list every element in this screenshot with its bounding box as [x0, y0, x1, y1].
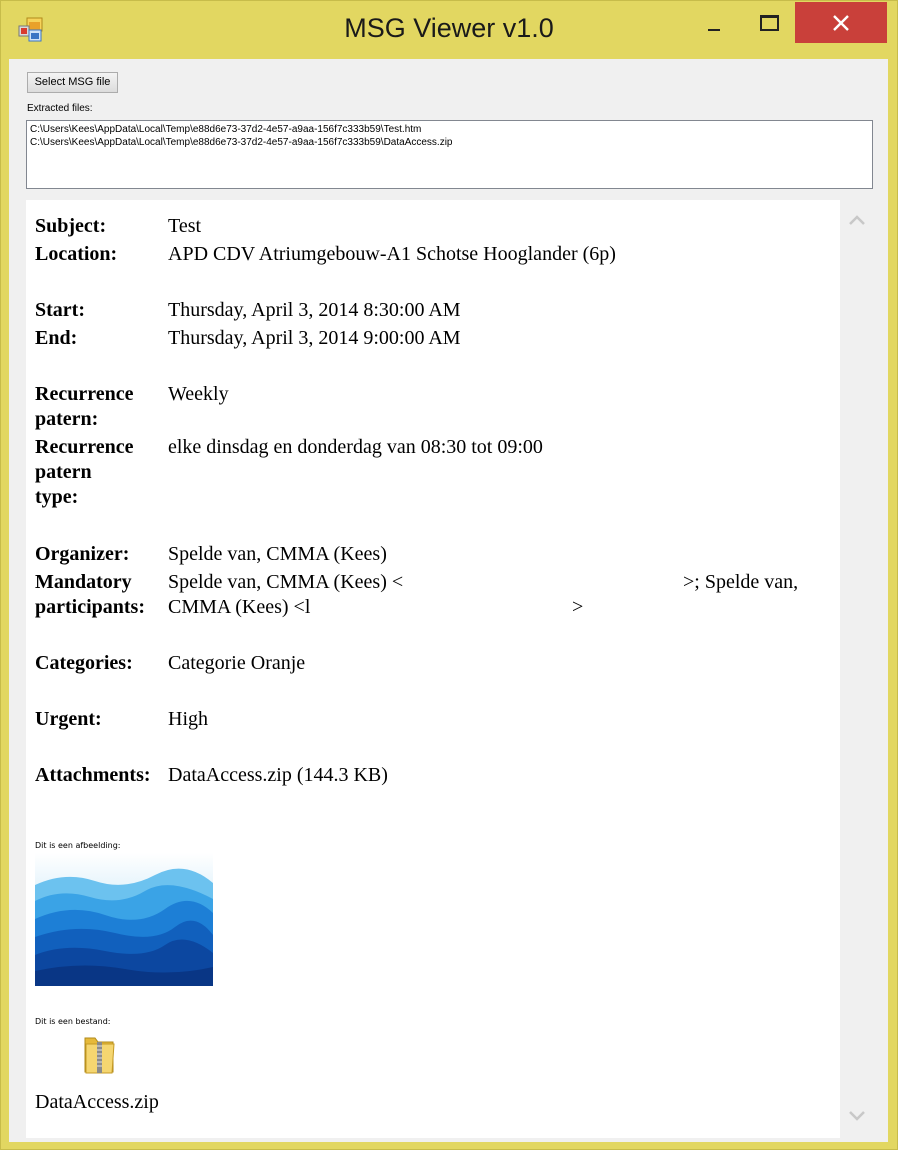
mandatory-row: Mandatory participants: Spelde van, CMMA… — [35, 570, 835, 622]
organizer-label: Organizer: — [35, 543, 130, 565]
location-label: Location: — [35, 243, 118, 265]
recurrence-value: Weekly — [168, 383, 229, 405]
message-browser[interactable]: Subject: Test Location: APD CDV Atriumge… — [26, 200, 873, 1138]
recurrence-type-label: Recurrence patern type: — [35, 435, 163, 510]
extracted-files-label: Extracted files: — [27, 103, 93, 114]
subject-value: Test — [168, 215, 202, 237]
recurrence-label: Recurrence patern: — [35, 382, 163, 432]
image-caption: Dit is een afbeelding: — [35, 841, 121, 850]
extracted-file-line: C:\Users\Kees\AppData\Local\Temp\e88d6e7… — [30, 137, 453, 148]
maximize-button[interactable] — [745, 2, 791, 43]
recurrence-type-value: elke dinsdag en donderdag van 08:30 tot … — [168, 436, 543, 458]
close-icon — [833, 15, 849, 31]
urgent-value: High — [168, 708, 208, 730]
recurrence-type-label-line: Recurrence — [35, 436, 134, 458]
subject-label: Subject: — [35, 215, 107, 237]
recurrence-type-label-line: type: — [35, 486, 79, 508]
mandatory-value-2b: > — [572, 596, 584, 618]
attachments-label: Attachments: — [35, 764, 151, 786]
mountains-image — [35, 853, 213, 986]
categories-value: Categorie Oranje — [168, 652, 306, 674]
start-label: Start: — [35, 299, 85, 321]
close-button[interactable] — [795, 2, 887, 43]
title-bar[interactable]: MSG Viewer v1.0 — [1, 1, 897, 59]
recurrence-type-label-line: patern — [35, 461, 92, 483]
scroll-down-icon[interactable] — [848, 1110, 866, 1122]
categories-label: Categories: — [35, 652, 133, 674]
location-value: APD CDV Atriumgebouw-A1 Schotse Hoogland… — [168, 243, 616, 265]
mandatory-value-2a: CMMA (Kees) <l — [168, 596, 311, 618]
extracted-files-textbox[interactable]: C:\Users\Kees\AppData\Local\Temp\e88d6e7… — [26, 120, 873, 189]
select-msg-file-button[interactable]: Select MSG file — [27, 72, 118, 93]
file-caption: Dit is een bestand: — [35, 1017, 111, 1026]
urgent-label: Urgent: — [35, 708, 102, 730]
app-window: MSG Viewer v1.0 Select MSG file Extracte… — [0, 0, 898, 1150]
attachments-value[interactable]: DataAccess.zip (144.3 KB) — [168, 763, 828, 788]
start-value: Thursday, April 3, 2014 8:30:00 AM — [168, 299, 461, 321]
recurrence-label-line: patern: — [35, 408, 99, 430]
minimize-button[interactable] — [691, 2, 737, 43]
end-label: End: — [35, 327, 78, 349]
organizer-value: Spelde van, CMMA (Kees) — [168, 543, 387, 565]
scroll-up-icon[interactable] — [848, 214, 866, 226]
zip-folder-icon[interactable] — [82, 1032, 118, 1074]
mandatory-label-line: Mandatory — [35, 571, 132, 593]
recurrence-label-line: Recurrence — [35, 383, 134, 405]
end-value: Thursday, April 3, 2014 9:00:00 AM — [168, 327, 461, 349]
extracted-file-line: C:\Users\Kees\AppData\Local\Temp\e88d6e7… — [30, 124, 422, 135]
mandatory-label: Mandatory participants: — [35, 570, 163, 620]
mandatory-label-line: participants: — [35, 596, 145, 618]
mandatory-value-1b: >; Spelde van, — [683, 571, 799, 593]
attachment-file-name[interactable]: DataAccess.zip — [35, 1091, 159, 1114]
client-area: Select MSG file Extracted files: C:\User… — [9, 59, 888, 1142]
vertical-scrollbar[interactable] — [840, 200, 873, 1138]
